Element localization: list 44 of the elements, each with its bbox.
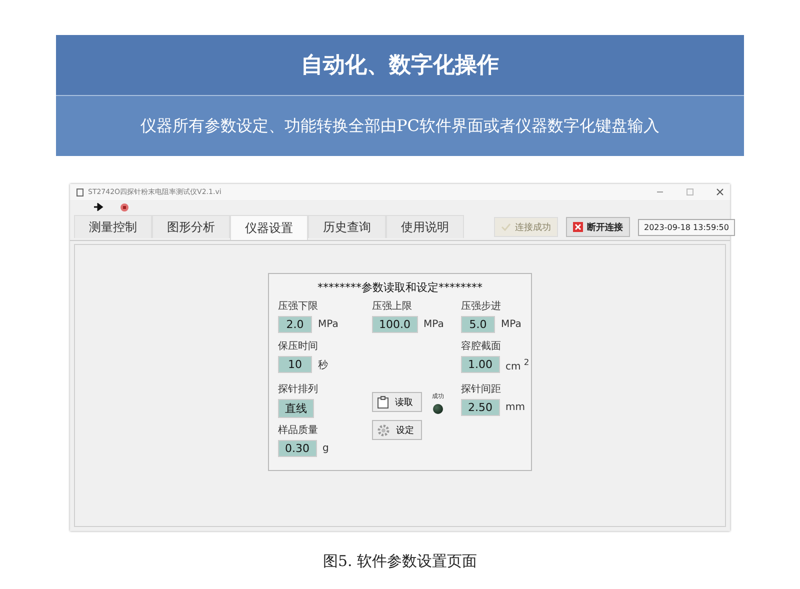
field-label: 保压时间 bbox=[278, 340, 319, 353]
value-field[interactable]: 2.0 bbox=[278, 316, 312, 333]
banner-subtitle: 仪器所有参数设定、功能转换全部由PC软件界面或者仪器数字化键盘输入 bbox=[140, 116, 660, 136]
field-label: 样品质量 bbox=[278, 424, 319, 437]
tab[interactable]: 使用说明 bbox=[386, 215, 464, 238]
read-button[interactable]: 读取 bbox=[372, 392, 422, 412]
run-arrow-icon[interactable] bbox=[94, 203, 104, 211]
close-icon bbox=[573, 222, 583, 232]
unit-label: mm bbox=[506, 402, 525, 413]
field-label: 压强下限 bbox=[278, 300, 319, 313]
app-icon bbox=[76, 188, 84, 196]
tab[interactable]: 测量控制 bbox=[74, 215, 152, 238]
value-field[interactable]: 10 bbox=[278, 356, 312, 373]
close-icon[interactable] bbox=[716, 188, 724, 196]
unit-label: MPa bbox=[424, 319, 444, 330]
gear-icon bbox=[377, 424, 390, 436]
tab[interactable]: 图形分析 bbox=[152, 215, 230, 238]
tab[interactable]: 仪器设置 bbox=[230, 215, 308, 240]
panel-title: ********参数读取和设定******** bbox=[316, 280, 484, 295]
field-label: 探针排列 bbox=[278, 382, 319, 396]
value-field[interactable]: 0.30 bbox=[278, 440, 316, 457]
unit-label: 秒 bbox=[318, 358, 328, 372]
datetime-display: 2023-09-18 13:59:50 bbox=[638, 218, 735, 236]
clipboard-icon bbox=[377, 396, 389, 408]
field-label: 压强步进 bbox=[461, 300, 502, 313]
unit-label: MPa bbox=[318, 319, 338, 330]
stop-icon[interactable] bbox=[120, 202, 129, 212]
set-button[interactable]: 设定 bbox=[372, 420, 422, 440]
unit-label: cm $^{2}$ bbox=[506, 356, 530, 372]
value-field[interactable]: 2.50 bbox=[461, 399, 500, 416]
value-field[interactable]: 100.0 bbox=[372, 316, 418, 333]
unit-label: g bbox=[322, 443, 329, 454]
tab[interactable]: 历史查询 bbox=[308, 215, 386, 238]
disconnect-button[interactable]: 断开连接 bbox=[566, 217, 630, 237]
figure-caption: 图5. 软件参数设置页面 bbox=[322, 552, 478, 570]
field-label: 压强上限 bbox=[372, 300, 413, 313]
field-label: 容腔截面 bbox=[461, 340, 502, 353]
unit-label: MPa bbox=[501, 319, 522, 330]
banner-title: 自动化、数字化操作 bbox=[301, 52, 499, 80]
value-field[interactable]: 直线 bbox=[278, 399, 314, 418]
field-label: 探针间距 bbox=[461, 383, 502, 396]
value-field[interactable]: 1.00 bbox=[461, 356, 500, 373]
check-icon bbox=[501, 223, 511, 231]
value-field[interactable]: 5.0 bbox=[461, 316, 495, 333]
